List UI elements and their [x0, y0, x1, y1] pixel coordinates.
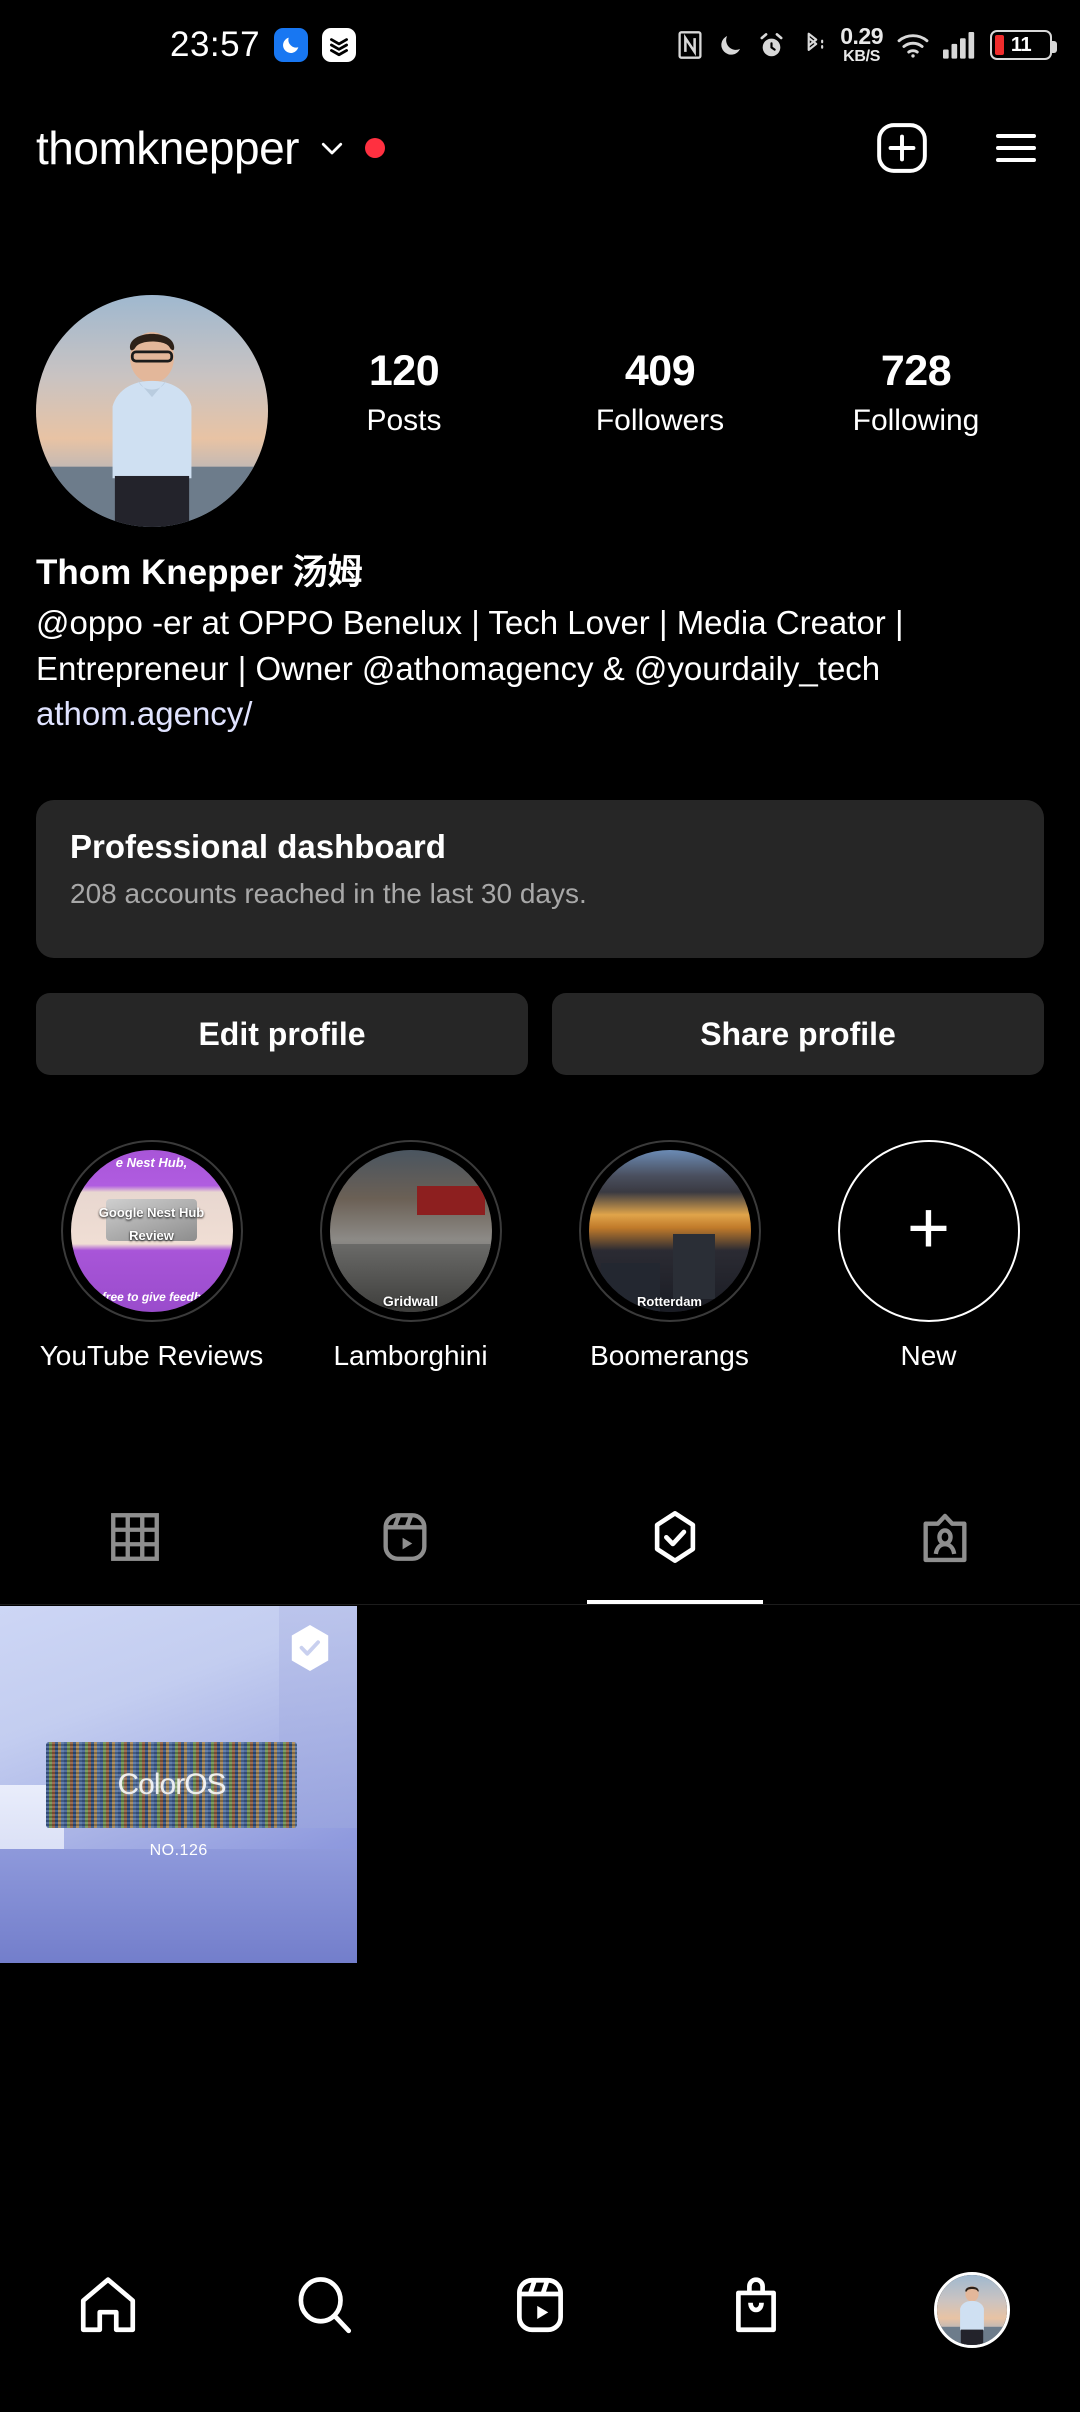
- wifi-icon: [896, 31, 930, 59]
- do-not-disturb-icon: [717, 31, 744, 60]
- highlight-label: Boomerangs: [590, 1340, 749, 1371]
- highlight-ring: Gridwall: [319, 1140, 502, 1322]
- todoist-app-icon: [322, 28, 357, 62]
- status-bar: 23:57 0.29 KB/S 11: [0, 0, 1080, 90]
- tab-collabs[interactable]: [540, 1470, 810, 1604]
- shop-bag-icon: [723, 2272, 789, 2338]
- highlight-label: Lamborghini: [333, 1340, 488, 1371]
- grid-empty-slot: [361, 1606, 719, 1964]
- highlight-thumbnail: Rotterdam: [588, 1150, 751, 1312]
- dashboard-title: Professional dashboard: [70, 828, 446, 865]
- nav-search[interactable]: [216, 2272, 432, 2338]
- bottom-navigation: [0, 2230, 1080, 2412]
- tab-tagged[interactable]: [810, 1470, 1080, 1604]
- plus-icon: +: [906, 1186, 951, 1269]
- chevron-down-icon: [317, 133, 347, 163]
- highlight-thumb-caption: Gridwall: [382, 1292, 439, 1309]
- battery-level: 11: [1010, 33, 1032, 56]
- grid-icon: [106, 1508, 164, 1566]
- followers-count: 409: [624, 347, 696, 395]
- new-highlight-ring: +: [837, 1140, 1020, 1322]
- posts-count: 120: [368, 347, 440, 395]
- highlight-youtube-reviews[interactable]: e Nest Hub, Google Nest Hub Review free …: [22, 1140, 281, 1372]
- new-post-icon[interactable]: [874, 120, 930, 176]
- sleep-dnd-app-icon: [274, 28, 309, 62]
- username-switcher[interactable]: thomknepper: [36, 121, 385, 175]
- bio-text: @oppo -er at OPPO Benelux | Tech Lover |…: [36, 604, 904, 687]
- cellular-signal-icon: [943, 31, 977, 59]
- profile-tabs: [0, 1470, 1080, 1605]
- highlight-thumb-text-3: Review: [129, 1227, 174, 1243]
- nav-home[interactable]: [0, 2272, 216, 2338]
- avatar[interactable]: [36, 295, 268, 527]
- bluetooth-icon: [799, 30, 827, 60]
- highlight-thumb-text-1: e Nest Hub,: [115, 1154, 188, 1170]
- following-count: 728: [880, 347, 952, 395]
- profile-summary: 120 Posts 409 Followers 728 Following: [0, 295, 1080, 527]
- hamburger-menu-icon[interactable]: [988, 120, 1044, 176]
- post-grid: ColorOS NO.126: [0, 1606, 1080, 1964]
- instagram-profile-screen: 23:57 0.29 KB/S 11 thomknepper 120 Posts…: [0, 0, 1080, 2412]
- status-bar-clock: 23:57: [170, 25, 261, 64]
- highlight-label: New: [900, 1340, 957, 1371]
- tab-grid[interactable]: [0, 1470, 270, 1604]
- hexagon-check-badge-icon: [287, 1622, 333, 1674]
- highlight-new-button[interactable]: + New: [799, 1140, 1058, 1372]
- avatar-icon: [934, 2272, 1010, 2348]
- story-highlights: e Nest Hub, Google Nest Hub Review free …: [0, 1140, 1080, 1372]
- share-profile-button[interactable]: Share profile: [552, 993, 1044, 1075]
- grid-empty-slot: [722, 1606, 1080, 1964]
- post-title: ColorOS: [117, 1767, 227, 1801]
- search-icon: [291, 2272, 357, 2338]
- highlight-lamborghini[interactable]: Gridwall Lamborghini: [281, 1140, 540, 1372]
- coloros-logo-mosaic: ColorOS: [46, 1741, 297, 1828]
- profile-stats: 120 Posts 409 Followers 728 Following: [276, 295, 1044, 438]
- post-subtitle: NO.126: [149, 1841, 208, 1859]
- post-thumbnail[interactable]: ColorOS NO.126: [0, 1606, 358, 1964]
- network-speed-indicator: 0.29 KB/S: [840, 25, 883, 65]
- bio-link[interactable]: athom.agency/: [36, 691, 1044, 737]
- highlight-thumb-text-2: Google Nest Hub: [98, 1205, 205, 1221]
- followers-label: Followers: [595, 404, 725, 437]
- hexagon-check-icon: [646, 1508, 704, 1566]
- nav-reels[interactable]: [432, 2272, 648, 2338]
- highlight-thumb-text-4: free to give feedb: [101, 1289, 202, 1304]
- edit-profile-button[interactable]: Edit profile: [36, 993, 528, 1075]
- highlight-ring: Rotterdam: [578, 1140, 761, 1322]
- professional-dashboard-card[interactable]: Professional dashboard 208 accounts reac…: [36, 800, 1044, 958]
- status-bar-right: 0.29 KB/S 11: [676, 0, 1057, 90]
- profile-bio: Thom Knepper 汤姆 @oppo -er at OPPO Benelu…: [36, 550, 1044, 737]
- nfc-icon: [676, 30, 704, 60]
- posts-label: Posts: [366, 404, 442, 437]
- tagged-person-icon: [916, 1508, 974, 1566]
- reels-icon: [507, 2272, 573, 2338]
- header-actions: [874, 120, 1044, 176]
- highlight-thumbnail: e Nest Hub, Google Nest Hub Review free …: [70, 1150, 233, 1312]
- profile-action-buttons: Edit profile Share profile: [36, 993, 1044, 1075]
- network-speed-value: 0.29: [840, 23, 883, 49]
- reels-icon: [376, 1508, 434, 1566]
- profile-header: thomknepper: [0, 95, 1080, 200]
- tab-reels[interactable]: [270, 1470, 540, 1604]
- highlight-label: YouTube Reviews: [39, 1340, 264, 1371]
- battery-indicator: 11: [990, 30, 1057, 60]
- highlight-thumb-caption: Rotterdam: [636, 1293, 702, 1309]
- display-name: Thom Knepper 汤姆: [36, 553, 363, 592]
- page-title: thomknepper: [36, 121, 300, 174]
- following-label: Following: [852, 404, 980, 437]
- notification-dot: [365, 137, 385, 158]
- nav-profile[interactable]: [864, 2272, 1080, 2348]
- status-bar-left: 23:57: [170, 0, 357, 90]
- network-speed-unit: KB/S: [843, 48, 881, 65]
- stat-followers[interactable]: 409 Followers: [585, 347, 735, 438]
- home-icon: [75, 2272, 141, 2338]
- highlight-boomerangs[interactable]: Rotterdam Boomerangs: [540, 1140, 799, 1372]
- highlight-thumbnail: Gridwall: [329, 1150, 492, 1312]
- stat-posts[interactable]: 120 Posts: [329, 347, 479, 438]
- highlight-ring: e Nest Hub, Google Nest Hub Review free …: [60, 1140, 243, 1322]
- stat-following[interactable]: 728 Following: [841, 347, 991, 438]
- alarm-icon: [757, 30, 786, 60]
- nav-shop[interactable]: [648, 2272, 864, 2338]
- dashboard-subtitle: 208 accounts reached in the last 30 days…: [70, 878, 587, 909]
